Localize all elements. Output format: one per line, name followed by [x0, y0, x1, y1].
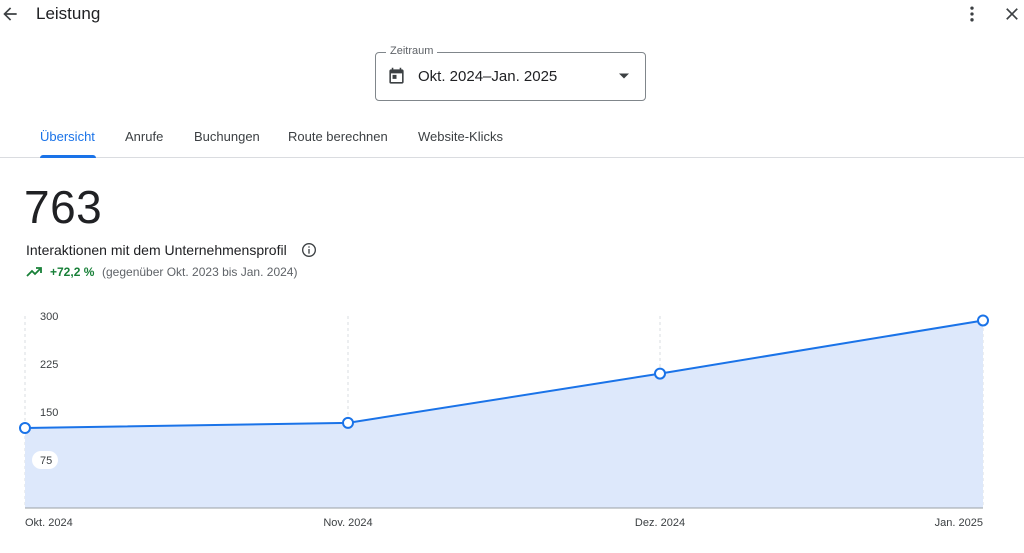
x-tick-label: Dez. 2024 [635, 517, 685, 529]
page-title: Leistung [36, 4, 101, 23]
tab-route-berechnen[interactable]: Route berechnen [288, 129, 388, 144]
area-fill [25, 320, 983, 508]
data-point-1 [342, 416, 354, 429]
y-tick-label: 300 [40, 311, 58, 323]
tab-uebersicht[interactable]: Übersicht [40, 129, 95, 144]
y-tick-label: 150 [40, 407, 58, 419]
active-tab-indicator [40, 155, 96, 158]
top-bar: Leistung [0, 0, 1024, 30]
x-tick-label: Jan. 2025 [935, 517, 983, 529]
data-point-2 [654, 367, 666, 380]
x-tick-label: Okt. 2024 [25, 517, 73, 529]
info-icon[interactable] [301, 242, 317, 258]
x-tick-label: Nov. 2024 [323, 517, 372, 529]
total-interactions: 763 [24, 181, 103, 233]
date-range-value: Okt. 2024–Jan. 2025 [418, 68, 558, 85]
more-vert-icon [970, 6, 974, 22]
trend-percentage: +72,2 % [50, 265, 95, 279]
chevron-down-icon [619, 73, 629, 79]
date-range-select[interactable]: Zeitraum Okt. 2024–Jan. 2025 [375, 45, 646, 101]
y-tick-label: 225 [40, 359, 58, 371]
tab-buchungen[interactable]: Buchungen [194, 129, 260, 144]
trending-up-icon [26, 267, 42, 277]
trend-comparison: (gegenüber Okt. 2023 bis Jan. 2024) [102, 265, 298, 279]
metric-label: Interaktionen mit dem Unternehmensprofil [26, 242, 287, 258]
chart-svg: 300 225 150 75 Okt. 2024 Nov. 2024 Dez. 2024 Ja… [19, 311, 989, 529]
tab-website-klicks[interactable]: Website-Klicks [418, 129, 503, 144]
data-point-3 [977, 314, 989, 327]
data-point-0 [19, 422, 31, 434]
tab-anrufe[interactable]: Anrufe [125, 129, 163, 144]
calendar-icon [389, 67, 404, 84]
arrow-back-icon [3, 7, 17, 21]
close-button[interactable] [1002, 4, 1022, 24]
more-options-button[interactable] [962, 4, 982, 24]
date-range-label: Zeitraum [386, 45, 438, 57]
close-icon [1006, 8, 1018, 20]
interactions-chart: 300 225 150 75 Okt. 2024 Nov. 2024 Dez. 2024 Ja… [0, 300, 1024, 540]
tab-bar: Übersicht Anrufe Buchungen Route berechn… [0, 120, 1024, 158]
back-button[interactable] [0, 4, 20, 24]
y-tick-label: 75 [40, 455, 52, 467]
